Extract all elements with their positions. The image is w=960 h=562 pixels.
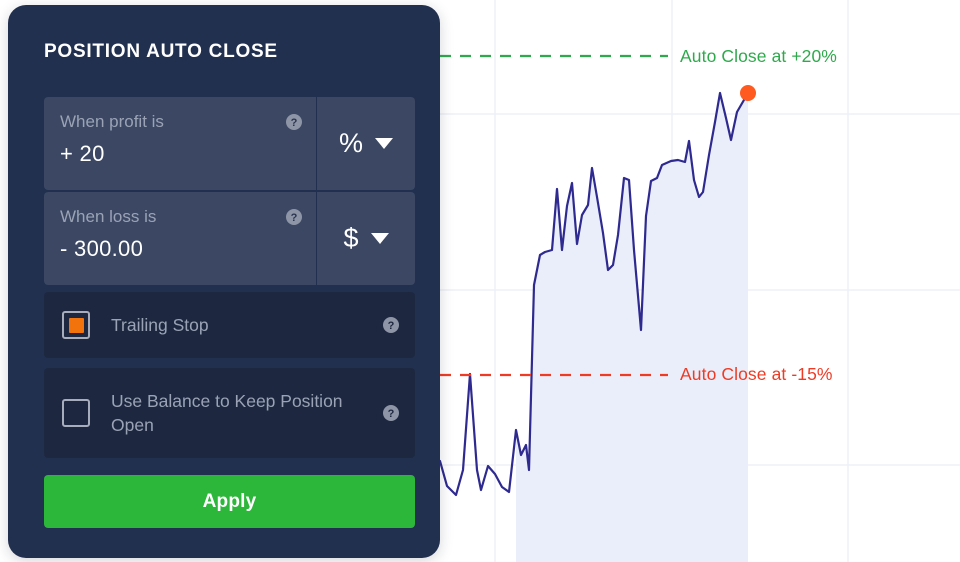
question-mark-icon[interactable]: ? xyxy=(383,317,399,333)
stop-loss-unit-select[interactable]: $ xyxy=(316,192,415,285)
checked-square-icon xyxy=(68,317,84,333)
dollar-symbol: $ xyxy=(343,223,359,253)
chevron-down-icon xyxy=(375,138,393,149)
trailing-stop-checkbox[interactable] xyxy=(62,311,90,339)
auto-close-screenshot: Auto Close at +20% Auto Close at -15% PO… xyxy=(0,0,960,562)
svg-text:?: ? xyxy=(388,320,395,332)
take-profit-unit-select[interactable]: % xyxy=(316,97,415,190)
current-price-marker xyxy=(740,85,756,101)
use-balance-label: Use Balance to Keep Position Open xyxy=(111,391,343,435)
panel-title: POSITION AUTO CLOSE xyxy=(44,41,278,62)
stop-loss-value: - 300.00 xyxy=(60,236,144,261)
take-profit-row: When profit is + 20 ? % xyxy=(44,97,415,190)
question-mark-icon[interactable]: ? xyxy=(383,405,399,421)
take-profit-label: Auto Close at +20% xyxy=(680,46,837,66)
chart-area-fill xyxy=(516,93,748,562)
question-mark-icon[interactable]: ? xyxy=(286,114,302,130)
svg-text:?: ? xyxy=(291,212,298,224)
apply-button[interactable]: Apply xyxy=(44,475,415,528)
stop-loss-input[interactable]: When loss is - 300.00 ? xyxy=(44,192,316,285)
position-auto-close-panel: POSITION AUTO CLOSE When profit is + 20 … xyxy=(8,5,440,558)
svg-text:?: ? xyxy=(291,117,298,129)
percent-symbol: % xyxy=(338,128,363,158)
trailing-stop-row[interactable]: Trailing Stop ? xyxy=(44,292,415,358)
take-profit-input[interactable]: When profit is + 20 ? xyxy=(44,97,316,190)
use-balance-checkbox[interactable] xyxy=(62,399,90,427)
stop-loss-row: When loss is - 300.00 ? $ xyxy=(44,192,415,285)
use-balance-row[interactable]: Use Balance to Keep Position Open ? xyxy=(44,368,415,458)
stop-loss-label-text: When loss is xyxy=(60,207,157,226)
trailing-stop-label: Trailing Stop xyxy=(111,315,209,335)
svg-text:?: ? xyxy=(388,408,395,420)
stop-loss-label: Auto Close at -15% xyxy=(680,364,833,384)
take-profit-value: + 20 xyxy=(60,141,105,166)
take-profit-label-text: When profit is xyxy=(60,112,164,131)
chevron-down-icon xyxy=(370,233,389,244)
question-mark-icon[interactable]: ? xyxy=(286,209,302,225)
